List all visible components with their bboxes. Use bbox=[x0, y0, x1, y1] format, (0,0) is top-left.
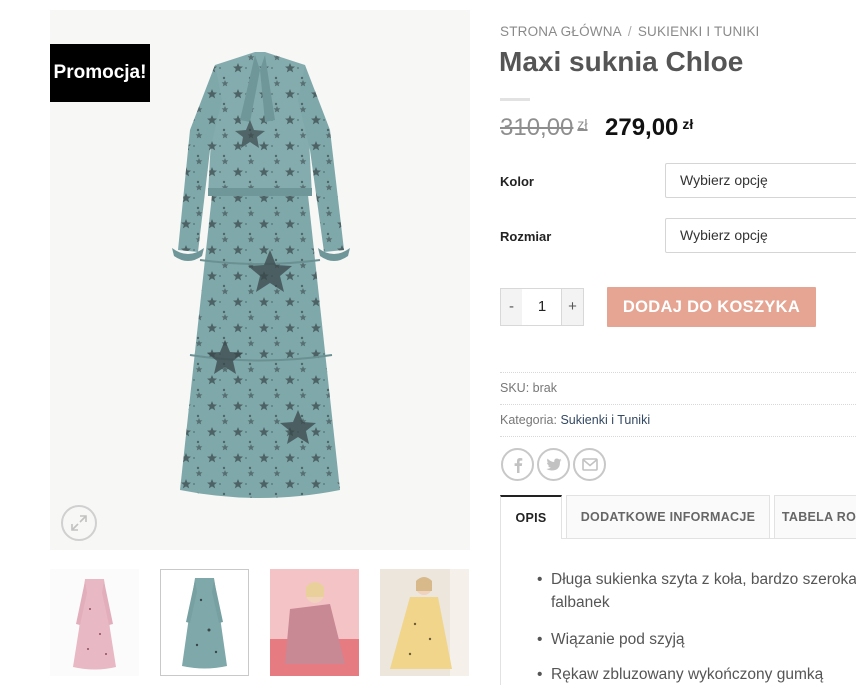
quantity-minus-button[interactable]: - bbox=[500, 288, 523, 326]
model-pink-image bbox=[270, 569, 359, 676]
thumbnail-teal-dress[interactable] bbox=[160, 569, 249, 676]
tab-description[interactable]: OPIS bbox=[500, 495, 562, 539]
size-select[interactable]: Wybierz opcję bbox=[665, 218, 856, 253]
expand-icon bbox=[71, 515, 87, 531]
model-yellow-image bbox=[380, 569, 469, 676]
color-select[interactable]: Wybierz opcję bbox=[665, 163, 856, 198]
product-title: Maxi suknia Chloe bbox=[499, 46, 744, 77]
share-facebook-button[interactable] bbox=[501, 448, 534, 481]
twitter-icon bbox=[546, 458, 561, 470]
description-item: Wiązanie pod szyją bbox=[537, 626, 684, 653]
breadcrumb: STRONA GŁÓWNA / SUKIENKI I TUNIKI bbox=[500, 24, 760, 39]
quantity-input[interactable]: 1 bbox=[522, 288, 562, 326]
sku-value: brak bbox=[532, 381, 557, 395]
thumbnail-model-yellow[interactable] bbox=[380, 569, 469, 676]
share-email-button[interactable] bbox=[573, 448, 606, 481]
meta-divider-bottom bbox=[500, 436, 856, 437]
tab-size-table[interactable]: TABELA RO bbox=[774, 495, 856, 538]
meta-divider-top bbox=[500, 372, 856, 373]
category-link[interactable]: Sukienki i Tuniki bbox=[560, 413, 650, 427]
tab-additional-information[interactable]: DODATKOWE INFORMACJE bbox=[566, 495, 770, 538]
zoom-button[interactable] bbox=[61, 505, 97, 541]
sale-badge: Promocja! bbox=[50, 44, 150, 102]
pink-dress-image bbox=[50, 569, 139, 676]
facebook-icon bbox=[514, 457, 522, 473]
sku-meta: SKU: brak bbox=[500, 381, 557, 395]
thumbnail-model-pink[interactable] bbox=[270, 569, 359, 676]
meta-divider-middle bbox=[500, 404, 856, 405]
breadcrumb-separator: / bbox=[627, 24, 632, 39]
description-item: Długa sukienka szyta z koła, bardzo szer… bbox=[537, 566, 856, 593]
email-icon bbox=[581, 458, 598, 471]
teal-dress-image bbox=[161, 570, 248, 675]
add-to-cart-button[interactable]: DODAJ DO KOSZYKA bbox=[607, 287, 816, 327]
price-new: 279,00 zł bbox=[605, 114, 694, 141]
price-old: 310,00 zł bbox=[500, 114, 588, 141]
quantity-plus-button[interactable]: + bbox=[561, 288, 584, 326]
size-label: Rozmiar bbox=[500, 229, 552, 244]
description-item-continuation: falbanek bbox=[551, 594, 610, 611]
thumbnail-pink-dress[interactable] bbox=[50, 569, 139, 676]
description-item: Rękaw zbluzowany wykończony gumką bbox=[537, 661, 823, 688]
breadcrumb-home-link[interactable]: STRONA GŁÓWNA bbox=[500, 24, 622, 39]
tabs-bottom-border bbox=[562, 538, 856, 539]
color-label: Kolor bbox=[500, 174, 534, 189]
share-twitter-button[interactable] bbox=[537, 448, 570, 481]
breadcrumb-category-link[interactable]: SUKIENKI I TUNIKI bbox=[638, 24, 760, 39]
title-divider bbox=[500, 98, 530, 101]
category-meta: Kategoria: Sukienki i Tuniki bbox=[500, 413, 651, 427]
